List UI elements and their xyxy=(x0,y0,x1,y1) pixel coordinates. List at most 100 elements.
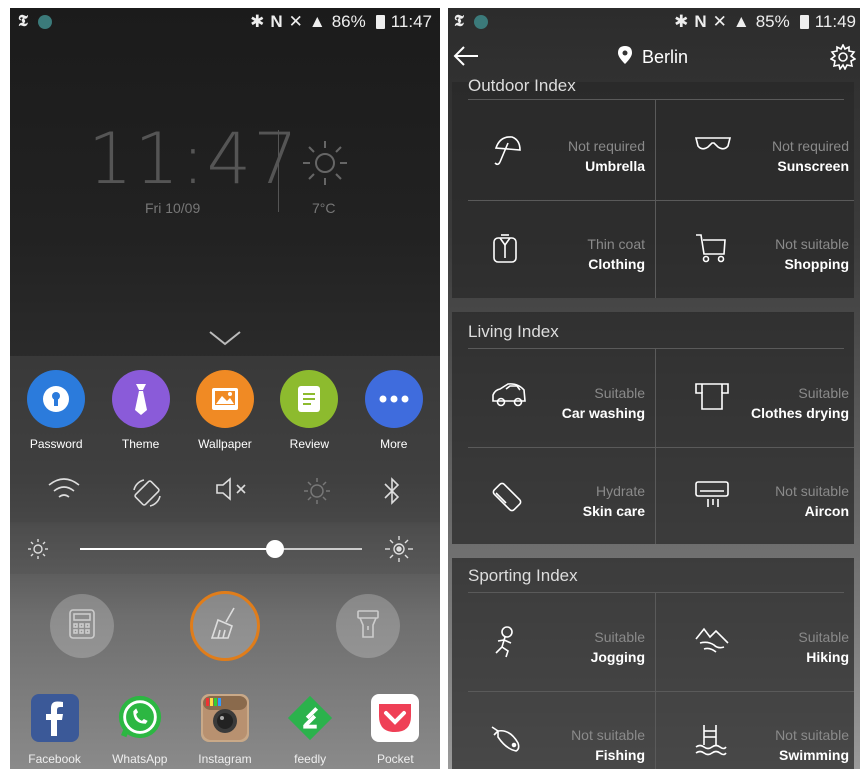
index-item-clothes-drying[interactable]: Suitable Clothes drying xyxy=(656,349,859,446)
back-arrow-icon[interactable] xyxy=(452,44,480,73)
section-title: Outdoor Index xyxy=(468,76,576,95)
tools-row xyxy=(10,574,440,684)
lock-clock: 11:47 xyxy=(88,118,300,200)
tie-icon xyxy=(111,370,170,428)
gear-icon[interactable] xyxy=(829,43,857,75)
cleaner-icon xyxy=(208,606,242,647)
quick-app-wallpaper[interactable]: Wallpaper xyxy=(185,370,265,451)
quick-app-password[interactable]: Password xyxy=(16,370,96,451)
right-phone-screen: 𝕿 ✱ N ✕ ▲ 85% 11:49 Berlin Outdoor Index xyxy=(448,8,860,769)
dock-app-label: Pocket xyxy=(377,752,414,766)
mute-icon[interactable] xyxy=(214,476,252,515)
index-status: Suitable xyxy=(594,629,645,645)
index-name: Clothing xyxy=(588,256,645,272)
note-icon xyxy=(280,370,339,428)
brightness-icon[interactable] xyxy=(302,476,332,515)
app-notification-icon xyxy=(473,15,488,29)
nyt-icon: 𝕿 xyxy=(18,13,28,30)
facebook-icon xyxy=(30,694,79,742)
index-item-swimming[interactable]: Not suitable Swimming xyxy=(656,691,859,769)
lock-temperature: 7°C xyxy=(312,200,336,216)
index-item-fishing[interactable]: Not suitable Fishing xyxy=(452,691,655,769)
index-name: Clothes drying xyxy=(750,405,849,421)
rotation-icon[interactable] xyxy=(130,476,164,515)
quick-app-more[interactable]: More xyxy=(354,370,434,451)
section-title: Sporting Index xyxy=(468,566,578,585)
brightness-slider-fill xyxy=(80,548,275,550)
index-item-skin-care[interactable]: Hydrate Skin care xyxy=(452,447,655,544)
battery-icon xyxy=(799,15,809,29)
status-bar: 𝕿 ✱ N ✕ ▲ 85% 11:49 xyxy=(448,8,860,36)
cart-icon xyxy=(694,232,728,269)
index-status: Not required xyxy=(567,138,645,154)
index-item-jogging[interactable]: Suitable Jogging xyxy=(452,593,655,690)
brightness-slider-thumb[interactable] xyxy=(265,540,284,558)
bluetooth-icon[interactable] xyxy=(381,476,403,515)
app-dock: Facebook WhatsApp Instagram feedly Pocke… xyxy=(10,684,440,769)
index-item-shopping[interactable]: Not suitable Shopping xyxy=(656,200,859,297)
index-name: Fishing xyxy=(595,747,645,763)
brightness-high-icon xyxy=(382,534,416,569)
location-pin-icon xyxy=(618,46,632,69)
quick-settings-panel: Password Theme Wallpaper Review More xyxy=(10,356,440,522)
pocket-icon xyxy=(371,694,420,742)
sun-weather-icon xyxy=(300,138,350,193)
lotion-icon xyxy=(490,479,526,520)
nyt-icon: 𝕿 xyxy=(454,13,464,30)
index-name: Umbrella xyxy=(585,158,645,174)
index-status: Suitable xyxy=(594,385,645,401)
swimmer-icon xyxy=(694,723,728,762)
index-status: Suitable xyxy=(798,629,849,645)
quick-apps-row: Password Theme Wallpaper Review More xyxy=(10,370,440,451)
dock-app-pocket[interactable]: Pocket xyxy=(355,684,435,769)
nfc-icon: N xyxy=(270,12,283,31)
index-status: Not suitable xyxy=(775,727,849,743)
index-item-sunscreen[interactable]: Not required Sunscreen xyxy=(656,102,859,199)
index-status: Not required xyxy=(771,138,849,154)
dock-app-label: WhatsApp xyxy=(112,752,168,766)
dock-app-whatsapp[interactable]: WhatsApp xyxy=(100,684,180,769)
calculator-button[interactable] xyxy=(50,594,114,658)
quick-app-label: Review xyxy=(289,437,330,451)
cleaner-button[interactable] xyxy=(190,591,260,661)
brightness-slider-track[interactable] xyxy=(80,548,362,550)
index-status: Thin coat xyxy=(587,236,645,252)
wifi-icon[interactable] xyxy=(47,476,81,515)
index-item-umbrella[interactable]: Not required Umbrella xyxy=(452,102,655,199)
car-icon xyxy=(490,381,528,414)
more-icon xyxy=(364,370,423,428)
index-name: Swimming xyxy=(778,747,849,763)
index-status: Not suitable xyxy=(571,727,645,743)
sunglasses-icon xyxy=(694,134,732,159)
bluetooth-status-icon: ✱ xyxy=(250,12,265,31)
index-item-hiking[interactable]: Suitable Hiking xyxy=(656,593,859,690)
aircon-icon xyxy=(694,479,730,514)
section-title: Living Index xyxy=(468,322,559,341)
dock-app-instagram[interactable]: Instagram xyxy=(185,684,265,769)
index-status: Not suitable xyxy=(775,236,849,252)
battery-percent: 85% xyxy=(755,12,790,31)
signal-icon: ▲ xyxy=(732,12,750,31)
quick-app-label: More xyxy=(380,437,408,451)
flashlight-icon xyxy=(355,608,381,645)
chevron-down-icon[interactable] xyxy=(208,330,242,351)
quick-app-review[interactable]: Review xyxy=(269,370,349,451)
flashlight-button[interactable] xyxy=(336,594,400,658)
nfc-icon: N xyxy=(694,12,707,31)
outdoor-index-section: Outdoor Index Not required Umbrella Not … xyxy=(452,76,854,298)
feedly-icon xyxy=(286,694,334,742)
index-item-clothing[interactable]: Thin coat Clothing xyxy=(452,200,655,297)
dock-app-feedly[interactable]: feedly xyxy=(270,684,350,769)
index-item-aircon[interactable]: Not suitable Aircon xyxy=(656,447,859,544)
dock-app-facebook[interactable]: Facebook xyxy=(15,684,95,769)
index-status: Not suitable xyxy=(775,483,849,499)
index-item-car-washing[interactable]: Suitable Car washing xyxy=(452,349,655,446)
shirt-icon xyxy=(694,381,730,416)
section-divider xyxy=(468,99,844,100)
brightness-low-icon xyxy=(26,537,50,566)
lock-icon xyxy=(27,370,86,428)
instagram-icon xyxy=(200,694,249,742)
location-selector[interactable]: Berlin xyxy=(618,46,688,69)
quick-app-theme[interactable]: Theme xyxy=(101,370,181,451)
status-time: 11:47 xyxy=(390,12,432,31)
